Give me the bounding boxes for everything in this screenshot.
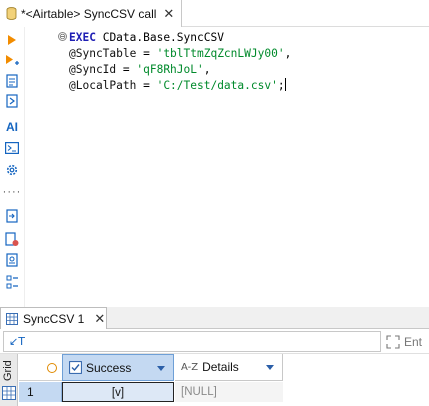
code-line-2: @SyncTable = 'tblTtmZqZcnLWJy00', xyxy=(69,47,292,60)
text-cursor xyxy=(284,78,286,91)
filter-right-label: Ent xyxy=(404,335,423,349)
more-icon: ···· xyxy=(2,186,22,198)
column-name: Success xyxy=(86,360,132,375)
procedure-name: CData.Base.SyncCSV xyxy=(102,31,224,44)
ai-assistant-button[interactable]: AI xyxy=(3,118,21,136)
editor-toolbar: AI ···· xyxy=(0,27,24,307)
text-type-icon: A-Z xyxy=(181,361,199,373)
file-error-icon xyxy=(5,231,19,246)
column-header-success[interactable]: Success xyxy=(62,354,174,381)
editor-tab[interactable]: *<Airtable> SyncCSV call ✕ xyxy=(0,0,182,27)
filter-icon: ↙T xyxy=(9,335,25,348)
checkbox-icon xyxy=(69,361,82,374)
column-name: Details xyxy=(202,360,239,374)
grid-view-tab[interactable]: Grid xyxy=(0,354,18,406)
editor-tab-title: *<Airtable> SyncCSV call xyxy=(21,6,157,21)
close-icon[interactable]: ✕ xyxy=(163,7,174,20)
variables-button[interactable] xyxy=(3,251,21,269)
table-icon xyxy=(6,313,18,325)
keyword-exec: EXEC xyxy=(69,31,96,44)
results-tab[interactable]: SyncCSV 1 ✕ xyxy=(0,307,107,330)
code-line-4: @LocalPath = 'C:/Test/data.csv'; xyxy=(69,78,286,92)
results-tab-bar: SyncCSV 1 ✕ xyxy=(0,307,429,330)
play-icon xyxy=(8,35,16,45)
execute-statement-button[interactable] xyxy=(3,52,21,70)
export-button[interactable] xyxy=(3,207,21,225)
select-all-icon xyxy=(47,363,57,373)
more-tools-button[interactable]: ···· xyxy=(3,183,21,201)
code-line-1: EXEC CData.Base.SyncCSV xyxy=(69,31,224,44)
chevron-down-icon[interactable] xyxy=(266,365,274,370)
script-icon xyxy=(6,74,18,88)
ai-icon: AI xyxy=(6,120,18,134)
grid-corner[interactable] xyxy=(19,354,62,381)
filter-input[interactable]: ↙T xyxy=(3,331,381,352)
results-grid: Grid Success A-Z Details 1 [v] [NULL] xyxy=(0,354,429,406)
editor-tab-bar: *<Airtable> SyncCSV call ✕ xyxy=(0,0,429,27)
grid-header-row: Success A-Z Details xyxy=(19,354,429,381)
table-row[interactable]: 1 [v] [NULL] xyxy=(19,382,429,402)
execute-button[interactable] xyxy=(3,31,21,49)
results-tab-label: SyncCSV 1 xyxy=(23,312,85,326)
column-header-details[interactable]: A-Z Details xyxy=(175,354,283,381)
chevron-down-icon[interactable] xyxy=(157,366,165,371)
play-step-icon xyxy=(6,55,19,65)
explain-icon xyxy=(6,94,18,108)
database-icon xyxy=(6,7,17,20)
grid-icon xyxy=(2,386,16,400)
results-filter-bar: ↙T Ent xyxy=(0,329,429,354)
terminal-icon xyxy=(5,142,19,154)
close-icon[interactable]: ✕ xyxy=(94,311,105,327)
document-icon xyxy=(6,253,18,267)
script-button[interactable] xyxy=(3,72,21,90)
code-content: EXEC CData.Base.SyncCSV @SyncTable = 'tb… xyxy=(69,30,291,94)
grid-tab-label: Grid xyxy=(2,360,14,382)
explain-button[interactable] xyxy=(3,92,21,110)
error-log-button[interactable] xyxy=(3,230,21,248)
row-number[interactable]: 1 xyxy=(19,382,62,402)
gear-icon xyxy=(6,164,18,176)
expand-icon xyxy=(386,335,400,349)
outline-button[interactable] xyxy=(3,273,21,291)
code-line-3: @SyncId = 'qF8RhJoL', xyxy=(69,63,211,76)
settings-button[interactable] xyxy=(3,161,21,179)
cell-success[interactable]: [v] xyxy=(62,382,174,402)
outline-icon xyxy=(6,275,18,289)
cell-details[interactable]: [NULL] xyxy=(175,382,283,402)
filter-options[interactable]: Ent xyxy=(385,333,422,351)
export-icon xyxy=(6,209,18,223)
terminal-button[interactable] xyxy=(3,139,21,157)
sql-editor[interactable]: ⊖ EXEC CData.Base.SyncCSV @SyncTable = '… xyxy=(24,27,429,307)
fold-toggle-icon[interactable]: ⊖ xyxy=(58,32,67,41)
